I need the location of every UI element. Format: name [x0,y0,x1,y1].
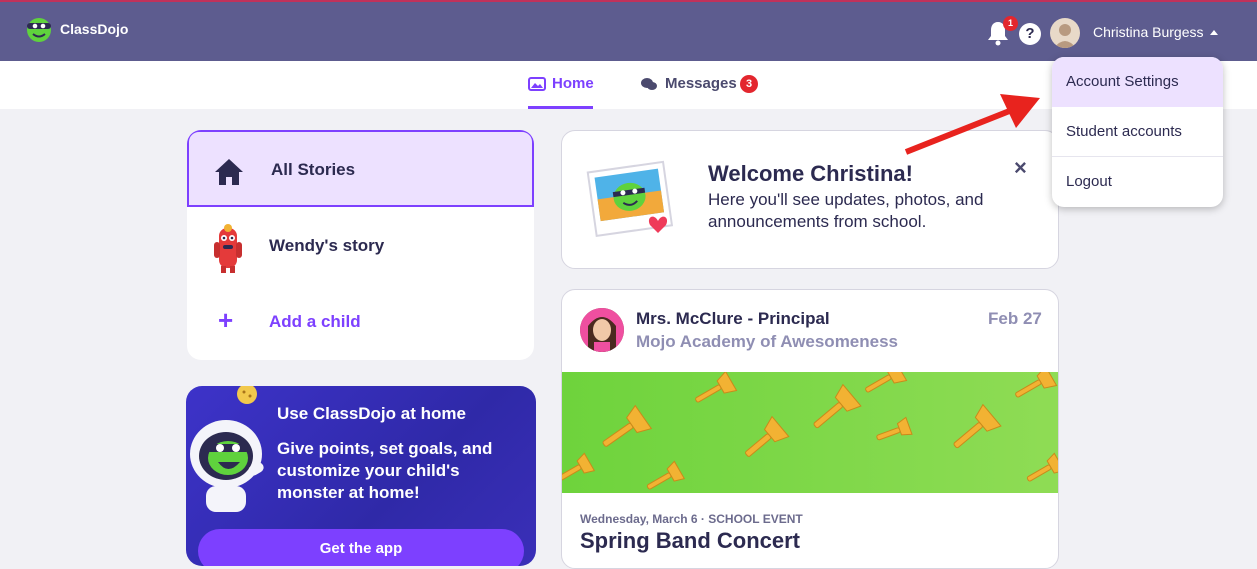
house-icon [215,159,243,185]
tab-home[interactable]: Home [552,75,594,92]
brand-name: ClassDojo [60,21,129,37]
post-school[interactable]: Mojo Academy of Awesomeness [636,332,898,352]
add-child-button[interactable]: + Add a child [187,290,534,350]
user-silhouette-icon [1054,24,1076,48]
promo-title: Use ClassDojo at home [277,404,466,423]
promo-card: Use ClassDojo at home Give points, set g… [186,386,536,566]
astronaut-monster-icon [190,420,264,512]
active-tab-indicator [528,106,593,109]
sidebar-item-all-stories[interactable]: All Stories [187,130,534,207]
home-photo-icon [528,77,546,91]
messages-icon [641,78,657,90]
red-monster-avatar-icon [214,224,242,273]
story-post: Mrs. McClure - Principal Mojo Academy of… [561,289,1059,569]
menu-item-account-settings[interactable]: Account Settings [1052,57,1223,107]
user-name[interactable]: Christina Burgess [1093,24,1204,40]
promo-body: Give points, set goals, and customize yo… [277,439,493,502]
classdojo-logo-icon[interactable] [24,14,54,44]
messages-count-badge: 3 [740,75,758,93]
post-image[interactable] [562,372,1058,493]
post-date: Feb 27 [988,309,1042,328]
welcome-title: Welcome Christina! [708,161,913,186]
help-icon[interactable]: ? [1019,23,1041,45]
author-avatar[interactable] [580,308,624,352]
person-photo-icon [580,308,624,352]
post-author: Mrs. McClure - Principal [636,309,830,328]
menu-item-student-accounts[interactable]: Student accounts [1052,107,1223,157]
red-arrow-icon [904,94,1040,155]
tab-messages[interactable]: Messages [665,75,737,92]
sidebar-item-label: All Stories [271,160,356,179]
welcome-body: Here you'll see updates, photos, and ann… [708,190,984,231]
get-the-app-button[interactable]: Get the app [198,529,524,566]
avatar[interactable] [1050,18,1080,48]
menu-item-logout[interactable]: Logout [1052,157,1223,207]
stories-sidebar: All Stories Wendy's story + Add a child [187,130,534,360]
notification-badge: 1 [1003,16,1018,31]
caret-up-icon[interactable] [1210,30,1218,35]
welcome-photo-illustration [586,160,674,237]
sidebar-item-label: Wendy's story [269,236,385,255]
plus-icon: + [218,305,234,335]
top-bar: ClassDojo 1 ? Christina Burgess [0,0,1257,61]
post-event-meta: Wednesday, March 6 · SCHOOL EVENT [580,512,803,526]
sidebar-item-wendys-story[interactable]: Wendy's story [187,210,534,285]
post-title: Spring Band Concert [580,528,801,553]
trumpet-pattern-image [562,372,1058,490]
account-dropdown-menu: Account Settings Student accounts Logout [1052,57,1223,207]
add-child-label: Add a child [269,312,361,331]
cookie-icon [237,386,257,404]
